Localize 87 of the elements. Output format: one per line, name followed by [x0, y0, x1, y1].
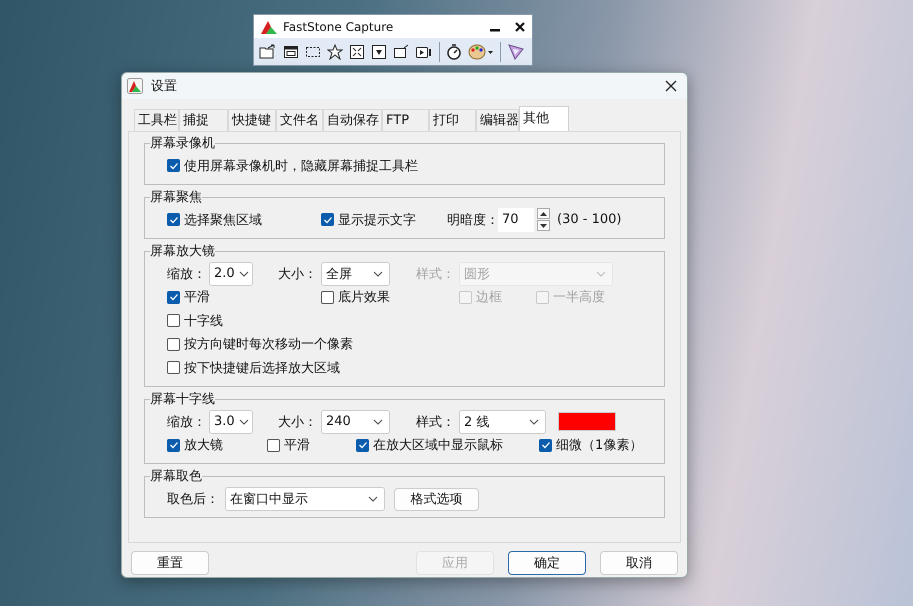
fullscreen-icon[interactable] [349, 44, 365, 60]
checkbox-label: 按方向键时每次移动一个像素 [184, 336, 353, 354]
checkbox-label: 细微（1像素） [556, 437, 642, 454]
tab[interactable]: 其他 [519, 106, 569, 131]
dialog-button[interactable]: 重置 [131, 551, 209, 575]
checkbox-label: 使用屏幕录像机时，隐藏屏幕捕捉工具栏 [184, 158, 418, 175]
checkbox[interactable] [167, 290, 180, 304]
options-button[interactable]: 格式选项 [394, 488, 479, 510]
group-title: 屏幕聚焦 [150, 190, 202, 204]
group-title: 屏幕录像机 [150, 136, 215, 151]
fixed-region-icon[interactable] [393, 44, 409, 60]
close-icon[interactable] [514, 20, 526, 32]
field-label: 缩放： [167, 266, 207, 282]
checkbox[interactable] [267, 438, 280, 452]
stopwatch-icon[interactable] [446, 42, 462, 60]
dropdown[interactable]: 2 线 [459, 410, 546, 434]
field-label: 大小： [278, 414, 318, 430]
logo-icon [260, 18, 278, 34]
checkbox[interactable] [167, 314, 180, 328]
dropdown[interactable]: 在窗口中显示 [225, 487, 385, 511]
checkbox[interactable] [167, 338, 180, 351]
star-icon[interactable] [327, 44, 343, 60]
dropdown[interactable]: 全屏 [321, 262, 390, 286]
chevron-icon [373, 270, 383, 276]
checkbox-label: 平滑 [284, 437, 310, 454]
group-title: 屏幕十字线 [150, 392, 215, 406]
checkbox[interactable] [167, 361, 180, 374]
field-label: 缩放： [167, 414, 207, 430]
palette-icon[interactable] [468, 42, 494, 60]
open-folder-icon[interactable] [259, 44, 277, 60]
checkbox[interactable] [321, 290, 334, 304]
field-label: 取色后： [167, 491, 220, 508]
checkbox[interactable] [167, 213, 180, 226]
checkbox[interactable] [539, 438, 552, 452]
chevron-icon [238, 418, 249, 424]
checkbox-label: 显示提示文字 [338, 212, 416, 228]
checkbox-label: 选择聚焦区域 [184, 212, 262, 228]
chevron-icon [596, 270, 606, 276]
tab[interactable]: FTP [382, 109, 429, 131]
field-label: 样式： [416, 266, 456, 282]
checkbox[interactable] [167, 438, 180, 452]
dropdown[interactable]: 240 [321, 410, 390, 434]
spin-down-button[interactable] [537, 220, 550, 231]
checkbox-label: 底片效果 [338, 289, 390, 306]
triangle-ruler-icon[interactable] [507, 42, 525, 60]
chevron-icon [368, 496, 378, 502]
dropdown[interactable]: 2.0 [209, 262, 253, 286]
checkbox-label: 十字线 [184, 312, 223, 330]
field-label: 样式： [416, 414, 456, 430]
color-swatch[interactable] [558, 412, 616, 431]
checkbox-label: 在放大区域中显示鼠标 [373, 437, 503, 454]
tab[interactable]: 打印 [429, 109, 476, 131]
window-icon[interactable] [283, 44, 299, 60]
logo-icon [127, 78, 143, 94]
dialog-button[interactable]: 确定 [508, 551, 586, 575]
chevron-icon [373, 418, 383, 424]
group-title: 屏幕取色 [150, 469, 202, 484]
window-title: FastStone Capture [283, 20, 394, 34]
window-title: 设置 [151, 78, 178, 95]
tab[interactable]: 捕捉 [179, 109, 228, 131]
checkbox[interactable] [356, 438, 369, 452]
caret-down-icon [540, 224, 547, 228]
checkbox-label: 放大镜 [184, 437, 223, 454]
number-field[interactable]: 70 [498, 208, 534, 232]
group-title: 屏幕放大镜 [150, 244, 215, 258]
scrolling-window-icon[interactable] [371, 44, 387, 60]
checkbox-label: 平滑 [184, 289, 210, 306]
chevron-icon [529, 418, 539, 424]
checkbox-label: 按下快捷键后选择放大区域 [184, 360, 340, 377]
checkbox-label: 边框 [476, 289, 502, 306]
close-icon[interactable] [665, 80, 677, 92]
tab[interactable]: 编辑器 [476, 109, 519, 131]
spin-up-button[interactable] [537, 208, 550, 219]
caret-up-icon [540, 212, 547, 216]
dropdown[interactable]: 3.0 [209, 410, 253, 434]
tab[interactable]: 文件名 [276, 109, 323, 131]
tab[interactable]: 自动保存 [323, 109, 382, 131]
range-text: (30 - 100) [557, 212, 622, 227]
dialog-button[interactable]: 取消 [600, 551, 678, 575]
chevron-icon [238, 270, 249, 276]
tab[interactable]: 工具栏 [134, 109, 179, 131]
checkbox[interactable] [321, 213, 334, 226]
checkbox-label: 一半高度 [553, 289, 605, 306]
field-label: 大小： [278, 266, 318, 282]
field-label: 明暗度： [447, 212, 498, 228]
tab[interactable]: 快捷键 [228, 109, 276, 131]
checkbox[interactable] [167, 159, 180, 172]
